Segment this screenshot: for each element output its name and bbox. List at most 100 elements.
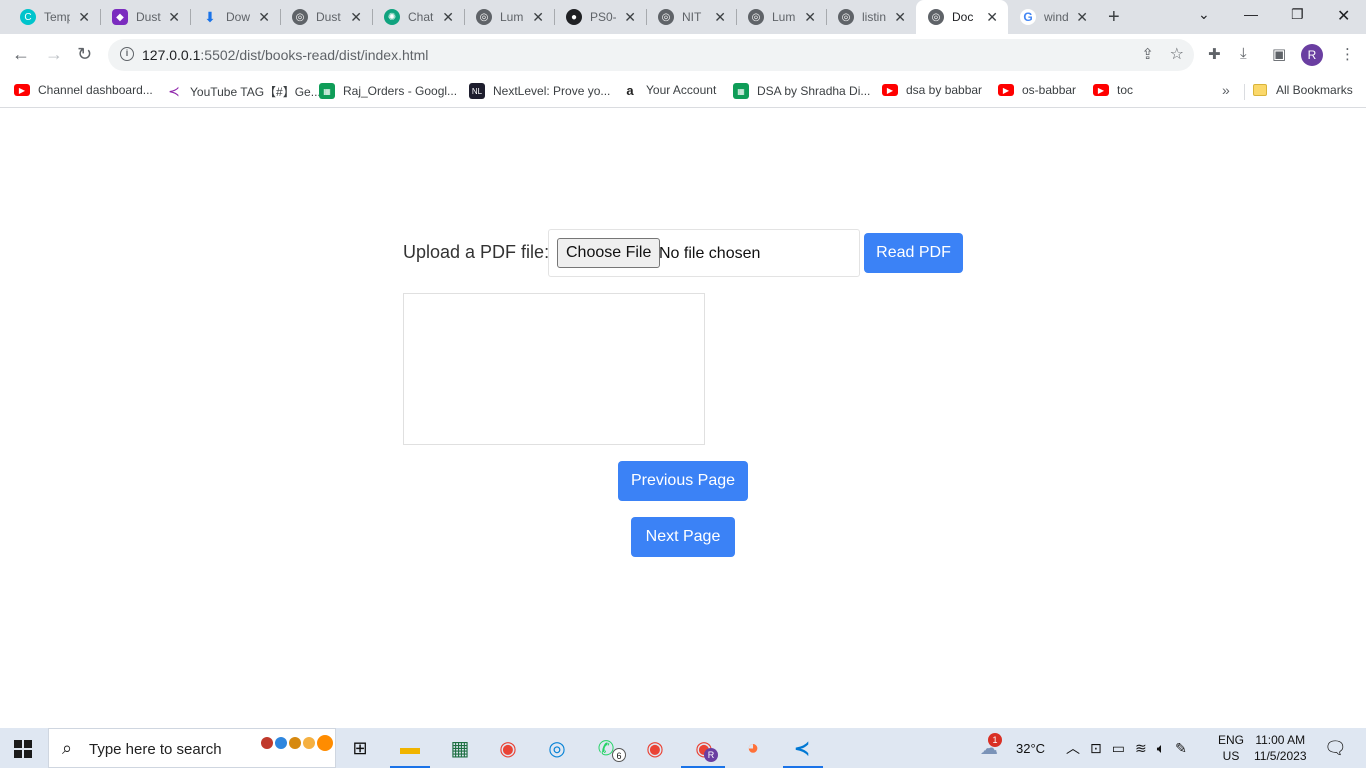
minimize-icon[interactable]: — <box>1244 6 1258 22</box>
tab-title: Dust <box>136 10 161 24</box>
meet-now-icon[interactable]: ⊡ <box>1090 740 1102 757</box>
menu-kebab-icon[interactable]: ⋮ <box>1340 45 1355 63</box>
chrome-profile-badge: R <box>704 748 718 762</box>
bookmark-dsa-babbar[interactable]: ▶ dsa by babbar <box>882 83 982 97</box>
tab-dust-2[interactable]: ◎ Dust ✕ <box>280 4 372 30</box>
bookmark-os-babbar[interactable]: ▶ os-babbar <box>998 83 1076 97</box>
youtube-icon: ▶ <box>998 84 1014 96</box>
notification-icon[interactable]: 🗨︎ <box>1324 728 1347 768</box>
tab-title: Dow <box>226 10 251 24</box>
bookmark-label: Your Account <box>646 83 717 97</box>
edge-icon[interactable]: ◎ <box>543 734 571 762</box>
youtube-icon: ▶ <box>1093 84 1109 96</box>
search-highlight-icon <box>261 735 333 751</box>
all-bookmarks-button[interactable]: All Bookmarks <box>1253 83 1353 97</box>
back-arrow-icon[interactable]: ← <box>12 44 30 65</box>
youtube-icon: ▶ <box>14 84 30 96</box>
pen-icon[interactable]: ✎ <box>1175 740 1187 757</box>
close-icon[interactable]: ✕ <box>986 9 998 25</box>
globe-icon: ◎ <box>838 9 854 25</box>
previous-page-button[interactable]: Previous Page <box>618 461 748 501</box>
tab-dust[interactable]: ◆ Dust ✕ <box>100 4 190 30</box>
bookmark-nextlevel[interactable]: NL NextLevel: Prove yo... <box>469 83 610 99</box>
bookmark-your-account[interactable]: a Your Account <box>622 83 717 98</box>
share-icon[interactable]: ⇪ <box>1141 45 1154 63</box>
forward-arrow-icon[interactable]: → <box>45 44 63 65</box>
choose-file-button[interactable]: Choose File <box>557 238 661 268</box>
extensions-puzzle-icon[interactable]: ✚ <box>1208 45 1221 63</box>
close-icon[interactable]: ✕ <box>894 9 906 25</box>
tag-icon: ≺ <box>168 83 180 99</box>
new-tab-plus-icon[interactable]: + <box>1108 6 1120 29</box>
bookmark-star-icon[interactable]: ☆ <box>1170 44 1184 64</box>
tab-nit[interactable]: ◎ NIT ✕ <box>646 4 736 30</box>
tab-doc-active[interactable]: ◎ Doc ✕ <box>916 0 1008 34</box>
globe-icon: ◎ <box>292 9 308 25</box>
windows-start-icon[interactable] <box>14 740 32 758</box>
tab-listing[interactable]: ◎ listin ✕ <box>826 4 916 30</box>
close-icon[interactable]: ✕ <box>1076 9 1088 25</box>
tab-strip: C Temp ✕ ◆ Dust ✕ ⬇ Dow ✕ ◎ Dust ✕ ✺ Cha… <box>0 0 1366 34</box>
downloads-icon[interactable]: ⤓ <box>1240 45 1247 62</box>
restore-icon[interactable]: ❐ <box>1291 6 1304 23</box>
chrome-profile-icon[interactable]: ◉ <box>641 734 669 762</box>
address-bar[interactable]: i 127.0.0.1:5502/dist/books-read/dist/in… <box>108 39 1194 71</box>
browser-toolbar: ← → ↻ i 127.0.0.1:5502/dist/books-read/d… <box>0 34 1366 76</box>
close-icon[interactable]: ✕ <box>258 9 270 25</box>
tab-lum-2[interactable]: ◎ Lum ✕ <box>736 4 826 30</box>
vscode-icon[interactable]: ≺ <box>788 734 816 762</box>
close-icon[interactable]: ✕ <box>804 9 816 25</box>
window-close-icon[interactable]: ✕ <box>1337 6 1350 26</box>
profile-avatar[interactable]: R <box>1301 44 1323 66</box>
close-icon[interactable]: ✕ <box>532 9 544 25</box>
close-icon[interactable]: ✕ <box>442 9 454 25</box>
tab-download[interactable]: ⬇ Dow ✕ <box>190 4 280 30</box>
close-icon[interactable]: ✕ <box>350 9 362 25</box>
language-indicator[interactable]: ENG US <box>1218 728 1244 768</box>
battery-icon[interactable]: ▭ <box>1112 740 1125 757</box>
bookmark-dsa-shradha[interactable]: ▦ DSA by Shradha Di... <box>733 83 870 99</box>
tray-chevron-icon[interactable]: ︿ <box>1066 738 1080 758</box>
tab-chat[interactable]: ✺ Chat ✕ <box>372 4 464 30</box>
side-panel-icon[interactable]: ▣ <box>1272 45 1286 63</box>
bookmark-raj-orders[interactable]: ▦ Raj_Orders - Googl... <box>319 83 457 99</box>
taskbar-search-box[interactable]: ⌕ Type here to search <box>48 728 336 768</box>
windows-taskbar: ⌕ Type here to search ⊞ ▬ ▦ ◉ ◎ ✆ 6 ◉ ◉ … <box>0 728 1366 768</box>
tab-temp[interactable]: C Temp ✕ <box>8 4 100 30</box>
close-icon[interactable]: ✕ <box>714 9 726 25</box>
volume-icon[interactable]: 🔈︎ <box>1157 740 1165 757</box>
reload-icon[interactable]: ↻ <box>77 44 92 65</box>
weather-widget[interactable]: ☁ 1 32°C <box>980 728 1045 768</box>
next-page-button[interactable]: Next Page <box>631 517 735 557</box>
firefox-icon[interactable]: ◕ <box>739 734 767 762</box>
close-icon[interactable]: ✕ <box>624 9 636 25</box>
site-info-icon[interactable]: i <box>120 47 134 61</box>
bookmark-channel-dashboard[interactable]: ▶ Channel dashboard... <box>14 83 153 97</box>
chrome-icon[interactable]: ◉ <box>494 734 522 762</box>
tab-title: wind <box>1044 10 1069 24</box>
clock[interactable]: 11:00 AM 11/5/2023 <box>1254 728 1307 768</box>
read-pdf-button[interactable]: Read PDF <box>864 233 963 273</box>
tab-lum[interactable]: ◎ Lum ✕ <box>464 4 554 30</box>
excel-icon[interactable]: ▦ <box>446 734 474 762</box>
bookmark-youtube-tag[interactable]: ≺ YouTube TAG【#】Ge... <box>166 83 321 100</box>
bookmark-toc[interactable]: ▶ toc <box>1093 83 1133 97</box>
close-icon[interactable]: ✕ <box>78 9 90 25</box>
globe-icon: ◎ <box>476 9 492 25</box>
clock-date: 11/5/2023 <box>1254 749 1307 763</box>
all-bookmarks-label: All Bookmarks <box>1276 83 1353 97</box>
tab-ps0[interactable]: ● PS0- ✕ <box>554 4 646 30</box>
file-input[interactable]: Choose File No file chosen <box>548 229 860 277</box>
youtube-icon: ▶ <box>882 84 898 96</box>
tab-title: PS0- <box>590 10 616 24</box>
task-view-icon[interactable]: ⊞ <box>346 734 374 762</box>
file-explorer-icon[interactable]: ▬ <box>396 734 424 762</box>
tab-title: Doc <box>952 10 974 24</box>
tab-search-chevron-icon[interactable]: ⌄ <box>1198 6 1210 23</box>
tab-wind[interactable]: G wind ✕ <box>1008 4 1098 30</box>
close-icon[interactable]: ✕ <box>168 9 180 25</box>
wifi-icon[interactable]: ≋ <box>1135 740 1147 757</box>
more-bookmarks-chevron-icon[interactable]: » <box>1222 82 1230 98</box>
url-text[interactable]: 127.0.0.1:5502/dist/books-read/dist/inde… <box>142 47 428 63</box>
tab-title: NIT <box>682 10 702 24</box>
